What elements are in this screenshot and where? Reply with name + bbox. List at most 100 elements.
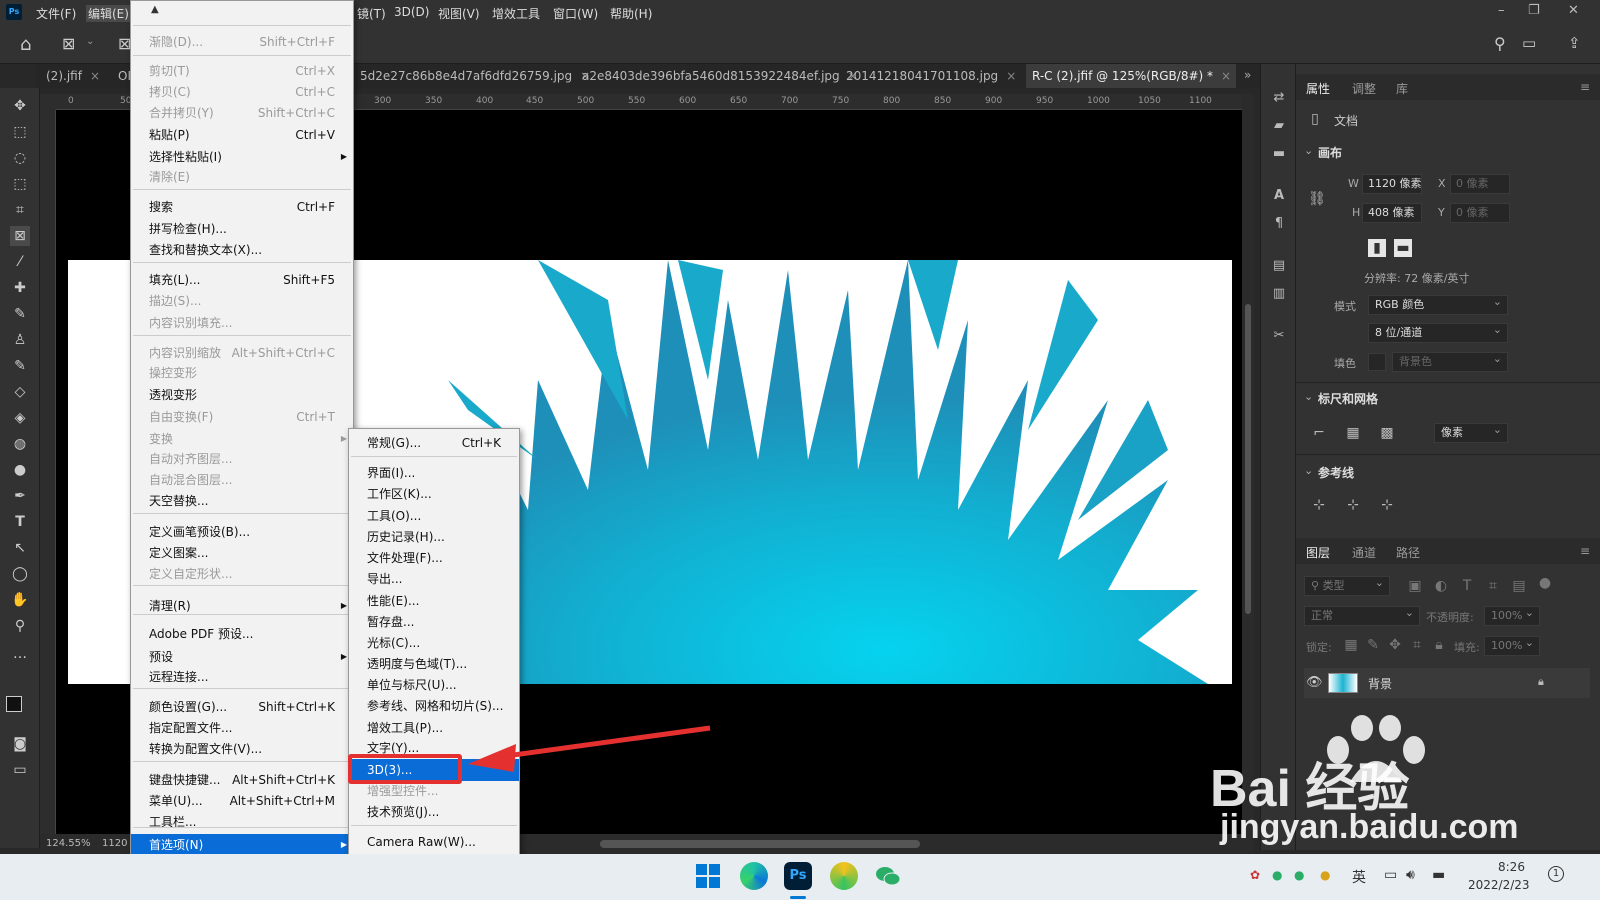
home-icon[interactable]: ⌂	[20, 34, 31, 55]
pixel-grid-icon[interactable]: ▩	[1378, 424, 1396, 442]
edit-menu-item[interactable]: 天空替换...	[131, 490, 353, 512]
photoshop-taskbar-icon[interactable]: Ps	[784, 862, 812, 890]
eraser-tool-icon[interactable]: ◇	[10, 382, 30, 402]
clock-time[interactable]: 8:26	[1498, 860, 1525, 874]
menu-view[interactable]: 视图(V)	[438, 5, 480, 22]
x-field[interactable]: 0 像素	[1450, 174, 1510, 194]
edit-menu-item[interactable]: 透视变形	[131, 384, 353, 406]
tray-app3-icon[interactable]: ●	[1320, 868, 1330, 882]
preferences-menu-item[interactable]: 透明度与色域(T)...	[349, 653, 519, 675]
edit-menu-item[interactable]: 拷贝(C) Ctrl+C	[131, 81, 353, 103]
edit-menu-item[interactable]: 描边(S)...	[131, 290, 353, 312]
edit-menu-item[interactable]: 自动对齐图层...	[131, 448, 353, 470]
tab-layers[interactable]: 图层	[1306, 544, 1330, 561]
rulers-grid-title[interactable]: 标尺和网格	[1318, 390, 1378, 407]
plugin-panel-icon[interactable]: ▰	[1271, 118, 1287, 134]
opacity-field[interactable]: 100%	[1484, 604, 1540, 626]
link-icon[interactable]: ⛓	[1308, 190, 1326, 208]
panel-menu-icon[interactable]: ≡	[1580, 80, 1590, 94]
tab-doc-active[interactable]: R-C (2).jfif @ 125%(RGB/8#) * ×	[1026, 64, 1236, 88]
edit-menu-item[interactable]: 内容识别缩放 Alt+Shift+Ctrl+C	[131, 342, 353, 364]
frame-tool-icon[interactable]: ⊠	[62, 34, 75, 53]
edit-menu-item[interactable]: 变换 ▶	[131, 428, 353, 450]
restore-icon[interactable]: ❐	[1528, 3, 1540, 18]
width-field[interactable]: 1120 像素	[1362, 174, 1422, 194]
object-select-icon[interactable]: ⬚	[10, 174, 30, 194]
crop-tool-icon[interactable]: ⌗	[10, 200, 30, 220]
tab-doc-4[interactable]: a2e8403de396bfa5460d8153922484ef.jpg ×	[576, 64, 858, 88]
notes-panel-icon[interactable]: ▥	[1271, 286, 1287, 302]
chevron-down-icon[interactable]: ⌄	[1304, 464, 1313, 477]
close-icon[interactable]: ×	[1006, 69, 1016, 83]
lock-pixels-icon[interactable]: ▦	[1342, 636, 1360, 654]
preferences-menu-item[interactable]: 界面(I)...	[349, 462, 519, 484]
horizontal-scrollbar-thumb[interactable]	[600, 840, 920, 848]
type-tool-icon[interactable]: T	[10, 512, 30, 532]
visibility-eye-icon[interactable]: 👁︎	[1306, 675, 1323, 690]
tab-adjustments[interactable]: 调整	[1352, 80, 1376, 97]
edit-menu-item[interactable]: 键盘快捷键... Alt+Shift+Ctrl+K	[131, 769, 353, 791]
minimize-icon[interactable]: –	[1498, 3, 1505, 18]
preferences-menu-item[interactable]: 技术预览(J)...	[349, 801, 519, 823]
tray-app-icon[interactable]: ✿	[1250, 868, 1260, 882]
chevron-down-icon[interactable]: ⌄	[86, 36, 94, 47]
layer-name[interactable]: 背景	[1368, 675, 1392, 692]
preferences-menu-item[interactable]: 工作区(K)...	[349, 483, 519, 505]
edit-menu-item[interactable]: 填充(L)... Shift+F5	[131, 269, 353, 291]
edit-menu-item[interactable]: 拼写检查(H)...	[131, 218, 353, 240]
paragraph-panel-icon[interactable]: ¶	[1271, 216, 1287, 232]
network-icon[interactable]: ▭	[1384, 867, 1397, 883]
comments-panel-icon[interactable]: ▬	[1271, 146, 1287, 162]
volume-icon[interactable]: 🔊︎	[1406, 867, 1415, 883]
tab-libraries[interactable]: 库	[1396, 80, 1408, 97]
stamp-tool-icon[interactable]: ♙	[10, 330, 30, 350]
zoom-level[interactable]: 124.55%	[46, 838, 91, 849]
tab-properties[interactable]: 属性	[1306, 80, 1330, 97]
edit-menu-item[interactable]: 自动混合图层...	[131, 469, 353, 491]
color-mode-select[interactable]: RGB 颜色	[1368, 293, 1508, 315]
lock-all-icon[interactable]: 🔒︎	[1430, 636, 1448, 654]
edit-menu-item[interactable]: Adobe PDF 预设...	[131, 623, 353, 645]
eyedropper-icon[interactable]: ⁄	[10, 252, 30, 272]
frame-tool-icon[interactable]: ⊠	[10, 226, 30, 246]
tray-app2-icon[interactable]: ●	[1294, 868, 1304, 882]
edit-menu-item[interactable]: 远程连接...	[131, 666, 353, 688]
edit-menu-item[interactable]: 颜色设置(G)... Shift+Ctrl+K	[131, 696, 353, 718]
shape-tool-icon[interactable]: ◯	[10, 564, 30, 584]
edit-menu-item[interactable]: 查找和替换文本(X)...	[131, 239, 353, 261]
menu-filter[interactable]: 镜(T)	[357, 5, 386, 22]
edit-menu-item[interactable]: 定义自定形状...	[131, 563, 353, 585]
search-icon[interactable]: ⚲	[1494, 34, 1506, 53]
dodge-tool-icon[interactable]: ●	[10, 460, 30, 480]
edit-menu-item[interactable]: 操控变形	[131, 362, 353, 384]
bit-depth-select[interactable]: 8 位/通道	[1368, 321, 1508, 343]
tab-doc-1[interactable]: (2).jfif ×	[40, 64, 100, 88]
menu-edit[interactable]: 编辑(E)	[86, 5, 131, 22]
brush-tool-icon[interactable]: ✎	[10, 304, 30, 324]
edit-menu-item[interactable]: 首选项(N) ▶	[131, 834, 353, 856]
edit-menu-item[interactable]: 定义画笔预设(B)...	[131, 521, 353, 543]
quick-mask-icon[interactable]: ◙	[10, 734, 30, 754]
healing-brush-icon[interactable]: ✚	[10, 278, 30, 298]
units-select[interactable]: 像素	[1434, 421, 1508, 443]
menu-window[interactable]: 窗口(W)	[553, 5, 598, 22]
edit-menu-item[interactable]: 合并拷贝(Y) Shift+Ctrl+C	[131, 102, 353, 124]
preferences-menu-item[interactable]: 性能(E)...	[349, 590, 519, 612]
screen-mode-icon[interactable]: ▭	[10, 760, 30, 780]
edit-menu-item[interactable]: 搜索 Ctrl+F	[131, 196, 353, 218]
tool-presets-icon[interactable]: ✂	[1271, 328, 1287, 344]
preferences-menu-item[interactable]: 暂存盘...	[349, 611, 519, 633]
layer-fill-field[interactable]: 100%	[1484, 634, 1540, 656]
edit-menu-item[interactable]: 菜单(U)... Alt+Shift+Ctrl+M	[131, 790, 353, 812]
lasso-tool-icon[interactable]: ◌	[10, 148, 30, 168]
y-field[interactable]: 0 像素	[1450, 203, 1510, 223]
filter-pixel-icon[interactable]: ▣	[1406, 577, 1424, 595]
lock-position-icon[interactable]: ✥	[1386, 636, 1404, 654]
filter-toggle-icon[interactable]: ●	[1536, 574, 1554, 592]
lock-brush-icon[interactable]: ✎	[1364, 636, 1382, 654]
lock-artboard-icon[interactable]: ⌗	[1408, 636, 1426, 654]
panel-menu-icon[interactable]: ≡	[1580, 544, 1590, 558]
close-window-icon[interactable]: ✕	[1568, 3, 1579, 18]
pen-tool-icon[interactable]: ✒	[10, 486, 30, 506]
edit-menu-item[interactable]: 清除(E)	[131, 166, 353, 188]
